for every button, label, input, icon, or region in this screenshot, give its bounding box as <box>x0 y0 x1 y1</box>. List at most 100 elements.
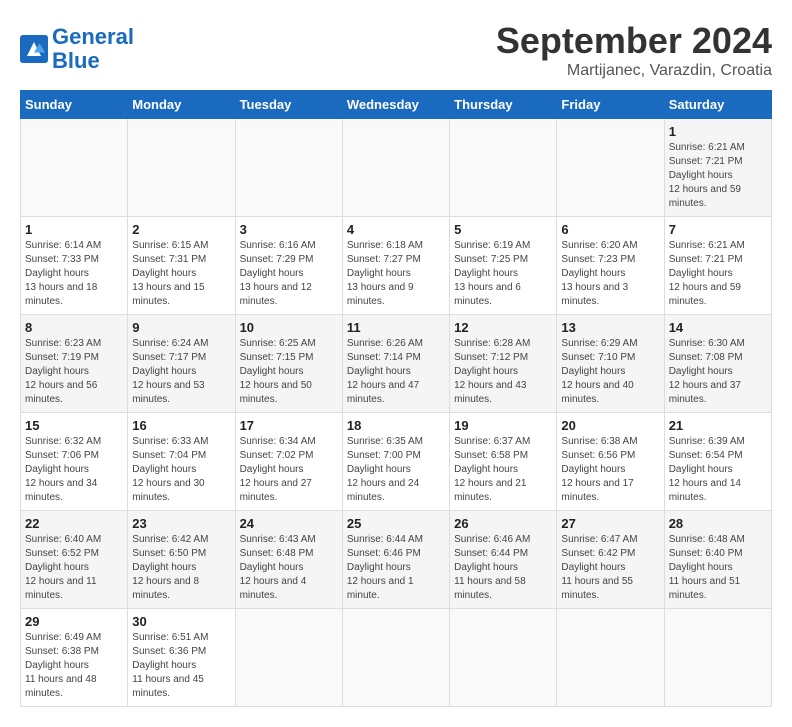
day-info: Sunrise: 6:15 AM Sunset: 7:31 PM Dayligh… <box>132 239 230 309</box>
day-number: 13 <box>561 320 659 335</box>
month-title: September 2024 <box>496 20 772 62</box>
logo: General Blue <box>20 25 134 73</box>
day-info: Sunrise: 6:40 AM Sunset: 6:52 PM Dayligh… <box>25 533 123 603</box>
calendar-cell: 20 Sunrise: 6:38 AM Sunset: 6:56 PM Dayl… <box>557 413 664 511</box>
weekday-header-monday: Monday <box>128 91 235 119</box>
day-number: 12 <box>454 320 552 335</box>
weekday-header-thursday: Thursday <box>450 91 557 119</box>
calendar-cell: 26 Sunrise: 6:46 AM Sunset: 6:44 PM Dayl… <box>450 511 557 609</box>
day-number: 11 <box>347 320 445 335</box>
calendar-week-row: 1 Sunrise: 6:21 AM Sunset: 7:21 PM Dayli… <box>21 119 772 217</box>
day-number: 20 <box>561 418 659 433</box>
calendar-cell: 19 Sunrise: 6:37 AM Sunset: 6:58 PM Dayl… <box>450 413 557 511</box>
calendar-cell: 11 Sunrise: 6:26 AM Sunset: 7:14 PM Dayl… <box>342 315 449 413</box>
calendar-week-row: 29 Sunrise: 6:49 AM Sunset: 6:38 PM Dayl… <box>21 609 772 707</box>
day-number: 1 <box>669 124 767 139</box>
day-number: 27 <box>561 516 659 531</box>
calendar-cell: 24 Sunrise: 6:43 AM Sunset: 6:48 PM Dayl… <box>235 511 342 609</box>
day-number: 7 <box>669 222 767 237</box>
calendar-cell <box>664 609 771 707</box>
header: General Blue September 2024 Martijanec, … <box>20 20 772 80</box>
calendar-cell: 9 Sunrise: 6:24 AM Sunset: 7:17 PM Dayli… <box>128 315 235 413</box>
calendar-cell: 13 Sunrise: 6:29 AM Sunset: 7:10 PM Dayl… <box>557 315 664 413</box>
day-number: 8 <box>25 320 123 335</box>
calendar-cell: 10 Sunrise: 6:25 AM Sunset: 7:15 PM Dayl… <box>235 315 342 413</box>
calendar-cell <box>21 119 128 217</box>
calendar-cell: 27 Sunrise: 6:47 AM Sunset: 6:42 PM Dayl… <box>557 511 664 609</box>
day-number: 23 <box>132 516 230 531</box>
calendar-cell: 14 Sunrise: 6:30 AM Sunset: 7:08 PM Dayl… <box>664 315 771 413</box>
day-info: Sunrise: 6:33 AM Sunset: 7:04 PM Dayligh… <box>132 435 230 505</box>
calendar-cell: 18 Sunrise: 6:35 AM Sunset: 7:00 PM Dayl… <box>342 413 449 511</box>
logo-icon <box>20 35 48 63</box>
calendar-cell <box>235 119 342 217</box>
calendar-week-row: 15 Sunrise: 6:32 AM Sunset: 7:06 PM Dayl… <box>21 413 772 511</box>
calendar-cell <box>450 119 557 217</box>
calendar-cell: 21 Sunrise: 6:39 AM Sunset: 6:54 PM Dayl… <box>664 413 771 511</box>
weekday-header-sunday: Sunday <box>21 91 128 119</box>
day-info: Sunrise: 6:29 AM Sunset: 7:10 PM Dayligh… <box>561 337 659 407</box>
day-info: Sunrise: 6:14 AM Sunset: 7:33 PM Dayligh… <box>25 239 123 309</box>
calendar-cell: 8 Sunrise: 6:23 AM Sunset: 7:19 PM Dayli… <box>21 315 128 413</box>
calendar-cell <box>342 609 449 707</box>
day-number: 21 <box>669 418 767 433</box>
calendar-cell: 7 Sunrise: 6:21 AM Sunset: 7:21 PM Dayli… <box>664 217 771 315</box>
calendar-cell <box>557 119 664 217</box>
title-block: September 2024 Martijanec, Varazdin, Cro… <box>496 20 772 80</box>
calendar-cell: 1 Sunrise: 6:14 AM Sunset: 7:33 PM Dayli… <box>21 217 128 315</box>
calendar-cell: 30 Sunrise: 6:51 AM Sunset: 6:36 PM Dayl… <box>128 609 235 707</box>
day-info: Sunrise: 6:30 AM Sunset: 7:08 PM Dayligh… <box>669 337 767 407</box>
day-info: Sunrise: 6:38 AM Sunset: 6:56 PM Dayligh… <box>561 435 659 505</box>
day-number: 4 <box>347 222 445 237</box>
calendar-cell: 5 Sunrise: 6:19 AM Sunset: 7:25 PM Dayli… <box>450 217 557 315</box>
day-info: Sunrise: 6:46 AM Sunset: 6:44 PM Dayligh… <box>454 533 552 603</box>
calendar-week-row: 1 Sunrise: 6:14 AM Sunset: 7:33 PM Dayli… <box>21 217 772 315</box>
calendar-cell: 2 Sunrise: 6:15 AM Sunset: 7:31 PM Dayli… <box>128 217 235 315</box>
calendar-cell: 3 Sunrise: 6:16 AM Sunset: 7:29 PM Dayli… <box>235 217 342 315</box>
day-info: Sunrise: 6:48 AM Sunset: 6:40 PM Dayligh… <box>669 533 767 603</box>
location: Martijanec, Varazdin, Croatia <box>496 62 772 80</box>
day-info: Sunrise: 6:43 AM Sunset: 6:48 PM Dayligh… <box>240 533 338 603</box>
logo-blue: Blue <box>52 48 100 73</box>
day-number: 30 <box>132 614 230 629</box>
day-info: Sunrise: 6:26 AM Sunset: 7:14 PM Dayligh… <box>347 337 445 407</box>
day-info: Sunrise: 6:34 AM Sunset: 7:02 PM Dayligh… <box>240 435 338 505</box>
calendar-cell: 1 Sunrise: 6:21 AM Sunset: 7:21 PM Dayli… <box>664 119 771 217</box>
calendar-cell <box>342 119 449 217</box>
calendar-cell <box>450 609 557 707</box>
day-info: Sunrise: 6:28 AM Sunset: 7:12 PM Dayligh… <box>454 337 552 407</box>
day-info: Sunrise: 6:21 AM Sunset: 7:21 PM Dayligh… <box>669 141 767 211</box>
calendar-cell: 29 Sunrise: 6:49 AM Sunset: 6:38 PM Dayl… <box>21 609 128 707</box>
day-number: 3 <box>240 222 338 237</box>
calendar-cell: 28 Sunrise: 6:48 AM Sunset: 6:40 PM Dayl… <box>664 511 771 609</box>
day-number: 9 <box>132 320 230 335</box>
calendar-cell: 17 Sunrise: 6:34 AM Sunset: 7:02 PM Dayl… <box>235 413 342 511</box>
calendar-cell <box>128 119 235 217</box>
day-number: 16 <box>132 418 230 433</box>
day-number: 5 <box>454 222 552 237</box>
day-info: Sunrise: 6:39 AM Sunset: 6:54 PM Dayligh… <box>669 435 767 505</box>
day-number: 24 <box>240 516 338 531</box>
day-number: 18 <box>347 418 445 433</box>
day-number: 25 <box>347 516 445 531</box>
day-number: 26 <box>454 516 552 531</box>
day-number: 6 <box>561 222 659 237</box>
day-number: 14 <box>669 320 767 335</box>
logo-general: General <box>52 24 134 49</box>
day-info: Sunrise: 6:20 AM Sunset: 7:23 PM Dayligh… <box>561 239 659 309</box>
day-number: 28 <box>669 516 767 531</box>
weekday-header-tuesday: Tuesday <box>235 91 342 119</box>
calendar-cell: 12 Sunrise: 6:28 AM Sunset: 7:12 PM Dayl… <box>450 315 557 413</box>
day-info: Sunrise: 6:35 AM Sunset: 7:00 PM Dayligh… <box>347 435 445 505</box>
weekday-header-row: SundayMondayTuesdayWednesdayThursdayFrid… <box>21 91 772 119</box>
day-info: Sunrise: 6:47 AM Sunset: 6:42 PM Dayligh… <box>561 533 659 603</box>
calendar-cell: 22 Sunrise: 6:40 AM Sunset: 6:52 PM Dayl… <box>21 511 128 609</box>
day-info: Sunrise: 6:18 AM Sunset: 7:27 PM Dayligh… <box>347 239 445 309</box>
calendar-cell <box>557 609 664 707</box>
day-number: 15 <box>25 418 123 433</box>
calendar-cell: 15 Sunrise: 6:32 AM Sunset: 7:06 PM Dayl… <box>21 413 128 511</box>
calendar-week-row: 22 Sunrise: 6:40 AM Sunset: 6:52 PM Dayl… <box>21 511 772 609</box>
day-info: Sunrise: 6:24 AM Sunset: 7:17 PM Dayligh… <box>132 337 230 407</box>
day-info: Sunrise: 6:25 AM Sunset: 7:15 PM Dayligh… <box>240 337 338 407</box>
day-number: 29 <box>25 614 123 629</box>
